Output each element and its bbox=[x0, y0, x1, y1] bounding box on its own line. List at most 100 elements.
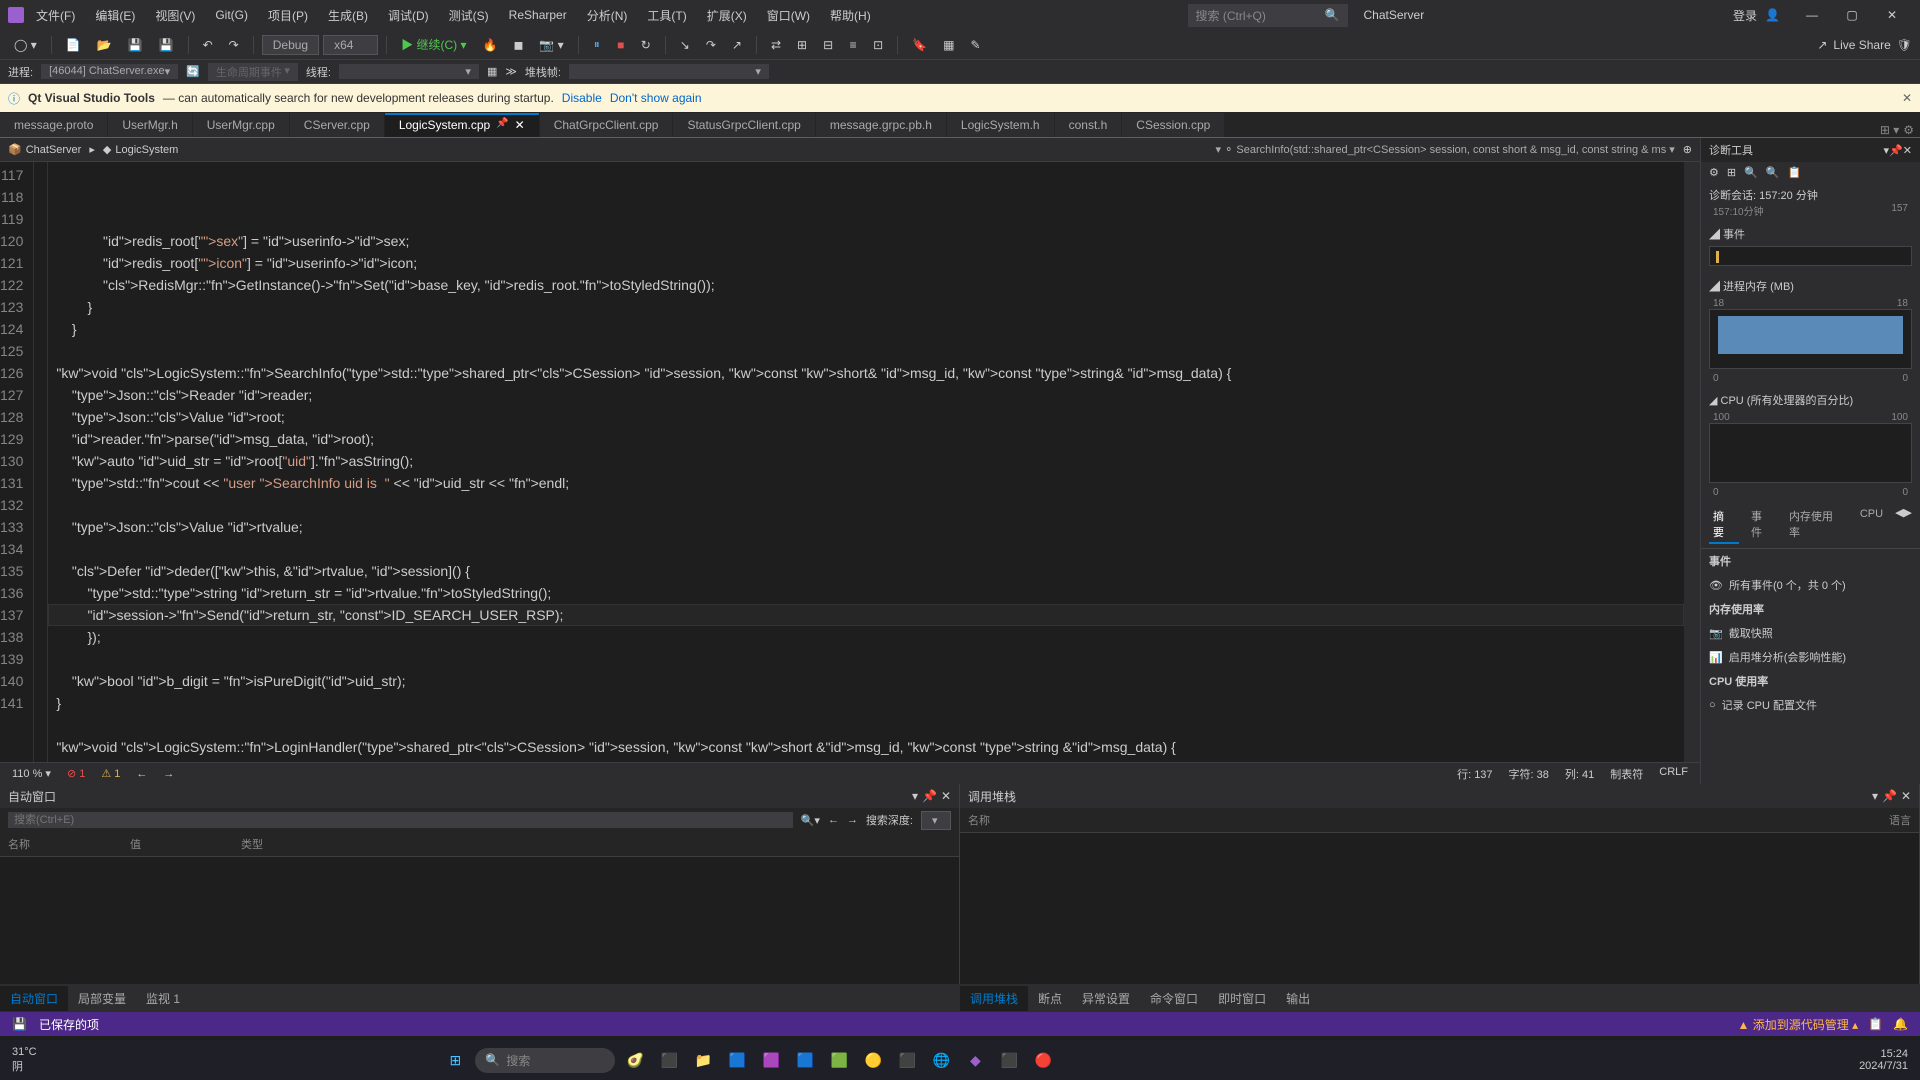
task-app-3[interactable]: 🟦 bbox=[723, 1046, 751, 1074]
qt-disable-link[interactable]: Disable bbox=[562, 91, 602, 105]
bottom-tab-breakpoints[interactable]: 断点 bbox=[1028, 986, 1072, 1011]
tab-cserver-cpp[interactable]: CServer.cpp bbox=[290, 113, 384, 137]
save-button[interactable]: 💾 bbox=[122, 35, 149, 55]
events-heading[interactable]: ◢ 事件 bbox=[1709, 226, 1912, 242]
thread-icon[interactable]: ▦ bbox=[487, 65, 497, 78]
cpu-heading[interactable]: ◢ CPU (所有处理器的百分比) bbox=[1709, 392, 1912, 408]
diag-reset-icon[interactable]: 🔍 bbox=[1766, 166, 1780, 179]
code-content[interactable]: "id">redis_root["">sex"] = "id">userinfo… bbox=[48, 162, 1700, 762]
search-go-icon[interactable]: 🔍▾ bbox=[801, 814, 820, 827]
vertical-scrollbar[interactable] bbox=[1684, 162, 1700, 762]
process-combo[interactable]: [46044] ChatServer.exe▾ bbox=[41, 64, 178, 79]
liveshare-button[interactable]: Live Share bbox=[1833, 38, 1890, 52]
maximize-button[interactable]: ▢ bbox=[1832, 0, 1872, 30]
task-app-4[interactable]: 🟪 bbox=[757, 1046, 785, 1074]
task-app-5[interactable]: 🟦 bbox=[791, 1046, 819, 1074]
bottom-tab-autos[interactable]: 自动窗口 bbox=[0, 986, 68, 1011]
diag-zoom-icon[interactable]: ⊞ bbox=[1727, 166, 1736, 179]
menu-tools[interactable]: 工具(T) bbox=[639, 3, 694, 28]
diag-tab-events[interactable]: 事件 bbox=[1747, 506, 1777, 544]
diag-pin-button[interactable]: 📌 bbox=[1889, 144, 1903, 157]
global-search[interactable]: 搜索 (Ctrl+Q) 🔍 bbox=[1188, 4, 1348, 27]
stackframe-combo[interactable]: ▾ bbox=[569, 64, 769, 79]
config-combo[interactable]: Debug bbox=[262, 35, 319, 55]
tb-icon-4[interactable]: ≡ bbox=[843, 35, 863, 55]
taskbar-search[interactable]: 🔍 搜索 bbox=[475, 1048, 615, 1073]
step-over-button[interactable]: ↷ bbox=[700, 35, 722, 55]
task-app-9[interactable]: 🌐 bbox=[927, 1046, 955, 1074]
save-all-button[interactable]: 💾 bbox=[153, 35, 180, 55]
weather-temp[interactable]: 31°C bbox=[12, 1046, 37, 1058]
taskbar-time[interactable]: 15:24 bbox=[1880, 1048, 1908, 1060]
undo-button[interactable]: ↶ bbox=[197, 35, 219, 55]
code-editor[interactable]: 1171181191201211221231241251261271281291… bbox=[0, 162, 1700, 762]
stop-debug-button[interactable]: ◼ bbox=[507, 35, 529, 55]
eol-mode[interactable]: CRLF bbox=[1659, 766, 1688, 782]
tb-icon-2[interactable]: ⊞ bbox=[791, 35, 813, 55]
diag-tab-nav[interactable]: ◀▶ bbox=[1895, 506, 1912, 544]
step-out-button[interactable]: ↗ bbox=[726, 35, 748, 55]
login-button[interactable]: 登录 bbox=[1733, 7, 1757, 24]
menu-resharper[interactable]: ReSharper bbox=[501, 4, 575, 26]
col-value[interactable]: 值 bbox=[130, 836, 141, 852]
menu-test[interactable]: 测试(S) bbox=[441, 3, 497, 28]
tb-icon-3[interactable]: ⊟ bbox=[817, 35, 839, 55]
pin-icon[interactable]: 📌 bbox=[496, 118, 508, 132]
diag-settings-icon[interactable]: ⚙ bbox=[1709, 166, 1719, 179]
col-name[interactable]: 名称 bbox=[8, 836, 30, 852]
panel-pin-button[interactable]: 📌 bbox=[1882, 789, 1897, 803]
tb-icon-5[interactable]: ⊡ bbox=[867, 35, 889, 55]
error-count[interactable]: ⊘ 1 bbox=[67, 767, 85, 780]
member-combo[interactable]: ▾ ⚬ SearchInfo(std::shared_ptr<CSession>… bbox=[1216, 143, 1675, 156]
tab-csession-cpp[interactable]: CSession.cpp bbox=[1122, 113, 1224, 137]
menu-view[interactable]: 视图(V) bbox=[147, 3, 203, 28]
memory-chart[interactable] bbox=[1709, 309, 1912, 369]
task-vs[interactable]: ◆ bbox=[961, 1046, 989, 1074]
git-add-button[interactable]: ▲ 添加到源代码管理 ▴ bbox=[1737, 1016, 1858, 1033]
panel-pin-button[interactable]: 📌 bbox=[922, 789, 937, 803]
menu-project[interactable]: 项目(P) bbox=[260, 3, 316, 28]
bottom-tab-watch[interactable]: 监视 1 bbox=[136, 986, 190, 1011]
menu-help[interactable]: 帮助(H) bbox=[822, 3, 879, 28]
close-button[interactable]: ✕ bbox=[1872, 0, 1912, 30]
tab-settings-button[interactable]: ⚙ bbox=[1903, 123, 1914, 137]
tb-icon-6[interactable]: ▦ bbox=[937, 35, 960, 55]
lifecycle-icon[interactable]: 🔄 bbox=[186, 65, 200, 78]
tab-logicsystem-h[interactable]: LogicSystem.h bbox=[947, 113, 1054, 137]
start-button[interactable]: ⊞ bbox=[441, 1046, 469, 1074]
bottom-tab-output[interactable]: 输出 bbox=[1276, 986, 1320, 1011]
tab-usermgr-h[interactable]: UserMgr.h bbox=[108, 113, 191, 137]
bottom-tab-immediate[interactable]: 即时窗口 bbox=[1208, 986, 1276, 1011]
diag-tab-memory[interactable]: 内存使用率 bbox=[1785, 506, 1848, 544]
tab-logicsystem-cpp[interactable]: LogicSystem.cpp 📌 ✕ bbox=[385, 113, 539, 137]
menu-edit[interactable]: 编辑(E) bbox=[87, 3, 143, 28]
tab-statusgrpc-cpp[interactable]: StatusGrpcClient.cpp bbox=[673, 113, 814, 137]
bottom-tab-command[interactable]: 命令窗口 bbox=[1140, 986, 1208, 1011]
col-lang[interactable]: 语言 bbox=[1889, 812, 1911, 828]
events-chart[interactable] bbox=[1709, 246, 1912, 266]
menu-git[interactable]: Git(G) bbox=[207, 4, 256, 26]
panel-close-button[interactable]: ✕ bbox=[1901, 789, 1911, 803]
warning-count[interactable]: ⚠ 1 bbox=[101, 767, 120, 780]
hot-reload-button[interactable]: 🔥 bbox=[476, 35, 503, 55]
tab-chatgrpc-cpp[interactable]: ChatGrpcClient.cpp bbox=[540, 113, 673, 137]
nav-next-button[interactable]: → bbox=[847, 814, 858, 826]
tb-icon-1[interactable]: ⇄ bbox=[765, 35, 787, 55]
task-terminal[interactable]: ⬛ bbox=[995, 1046, 1023, 1074]
tab-close-button[interactable]: ✕ bbox=[515, 118, 525, 132]
pause-button[interactable]: ⏸ bbox=[587, 34, 607, 55]
restart-button[interactable]: ↻ bbox=[635, 35, 657, 55]
autos-body[interactable] bbox=[0, 857, 959, 984]
lifecycle-combo[interactable]: 生命周期事件▾ bbox=[208, 63, 298, 81]
depth-combo[interactable]: ▾ bbox=[921, 811, 951, 830]
tab-const-h[interactable]: const.h bbox=[1055, 113, 1122, 137]
cpu-record-button[interactable]: ○记录 CPU 配置文件 bbox=[1701, 693, 1920, 717]
menu-build[interactable]: 生成(B) bbox=[320, 3, 376, 28]
continue-button[interactable]: ▶ 继续(C) ▾ bbox=[395, 33, 472, 56]
diag-tab-summary[interactable]: 摘要 bbox=[1709, 506, 1739, 544]
screenshot-button[interactable]: 📷 ▾ bbox=[533, 35, 569, 55]
bookmark-button[interactable]: 🔖 bbox=[906, 35, 933, 55]
menu-debug[interactable]: 调试(D) bbox=[380, 3, 437, 28]
platform-combo[interactable]: x64 bbox=[323, 35, 378, 55]
minimize-button[interactable]: — bbox=[1792, 0, 1832, 30]
